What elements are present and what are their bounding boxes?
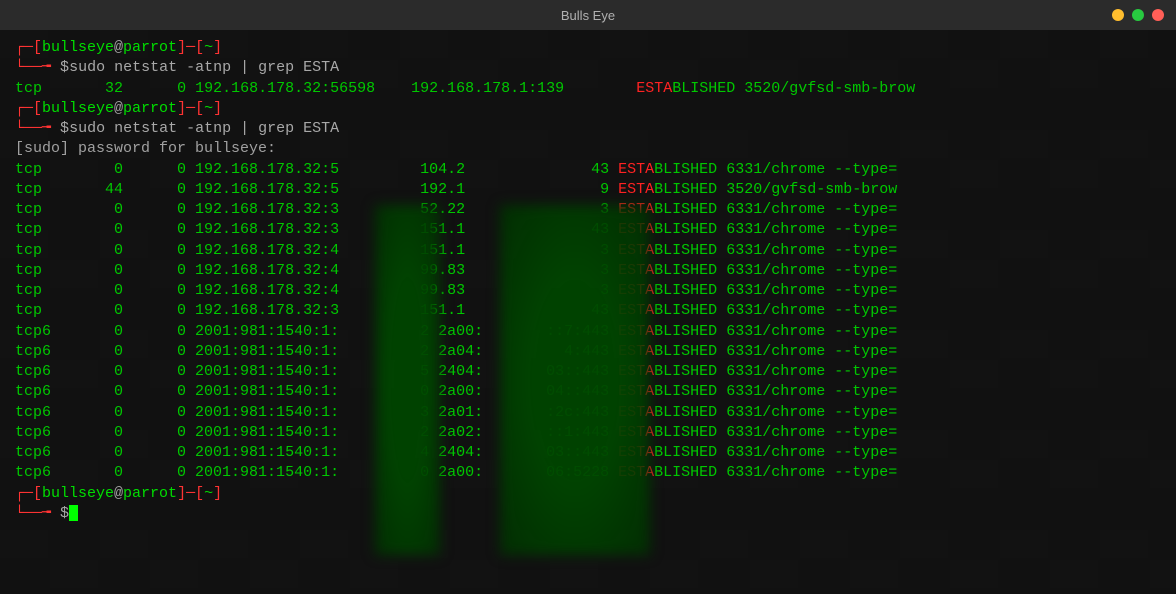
prompt-line-3: ┌─[bullseye@parrot]─[~] xyxy=(15,484,1161,504)
netstat-row: tcp 0 0 192.168.178.32:3 151.1 43 ESTABL… xyxy=(15,301,1161,321)
window-controls xyxy=(1112,9,1164,21)
netstat-row: tcp6 0 0 2001:981:1540:1: 2 2a04: 4:443 … xyxy=(15,342,1161,362)
close-button[interactable] xyxy=(1152,9,1164,21)
netstat-row: tcp 0 0 192.168.178.32:4 99.83 3 ESTABLI… xyxy=(15,261,1161,281)
netstat-row: tcp 0 0 192.168.178.32:3 151.1 43 ESTABL… xyxy=(15,220,1161,240)
netstat-row: tcp 32 0 192.168.178.32:56598 192.168.17… xyxy=(15,79,1161,99)
minimize-button[interactable] xyxy=(1112,9,1124,21)
netstat-row: tcp 0 0 192.168.178.32:5 104.2 43 ESTABL… xyxy=(15,160,1161,180)
cursor-block xyxy=(69,505,78,521)
netstat-row: tcp6 0 0 2001:981:1540:1: 3 2a01: :2c:44… xyxy=(15,403,1161,423)
prompt-line-2: ┌─[bullseye@parrot]─[~] xyxy=(15,99,1161,119)
window-title: Bulls Eye xyxy=(561,8,615,23)
netstat-row: tcp6 0 0 2001:981:1540:1: 2 2a02: ::1:44… xyxy=(15,423,1161,443)
netstat-row: tcp6 0 0 2001:981:1540:1: 0 2a00: 06:522… xyxy=(15,463,1161,483)
prompt-line-1: ┌─[bullseye@parrot]─[~] xyxy=(15,38,1161,58)
netstat-row: tcp 0 0 192.168.178.32:4 151.1 3 ESTABLI… xyxy=(15,241,1161,261)
netstat-row: tcp 0 0 192.168.178.32:4 99.83 3 ESTABLI… xyxy=(15,281,1161,301)
proto: tcp xyxy=(15,80,42,97)
maximize-button[interactable] xyxy=(1132,9,1144,21)
netstat-row: tcp6 0 0 2001:981:1540:1: 0 2a00: 04::44… xyxy=(15,382,1161,402)
netstat-row: tcp6 0 0 2001:981:1540:1: 5 2404: 03::44… xyxy=(15,362,1161,382)
netstat-output: tcp 0 0 192.168.178.32:5 104.2 43 ESTABL… xyxy=(15,160,1161,484)
netstat-row: tcp 44 0 192.168.178.32:5 192.1 9 ESTABL… xyxy=(15,180,1161,200)
command-line-1: └──╼ $sudo netstat -atnp | grep ESTA xyxy=(15,58,1161,78)
command-line-2: └──╼ $sudo netstat -atnp | grep ESTA xyxy=(15,119,1161,139)
netstat-row: tcp6 0 0 2001:981:1540:1: 4 2404: 03::44… xyxy=(15,443,1161,463)
sudo-prompt: [sudo] password for bullseye: xyxy=(15,139,1161,159)
terminal-body[interactable]: ┌─[bullseye@parrot]─[~] └──╼ $sudo netst… xyxy=(0,30,1176,594)
titlebar: Bulls Eye xyxy=(0,0,1176,30)
netstat-row: tcp 0 0 192.168.178.32:3 52.22 3 ESTABLI… xyxy=(15,200,1161,220)
netstat-row: tcp6 0 0 2001:981:1540:1: 2 2a00: ::7:44… xyxy=(15,322,1161,342)
cursor-line[interactable]: └──╼ $ xyxy=(15,504,1161,524)
